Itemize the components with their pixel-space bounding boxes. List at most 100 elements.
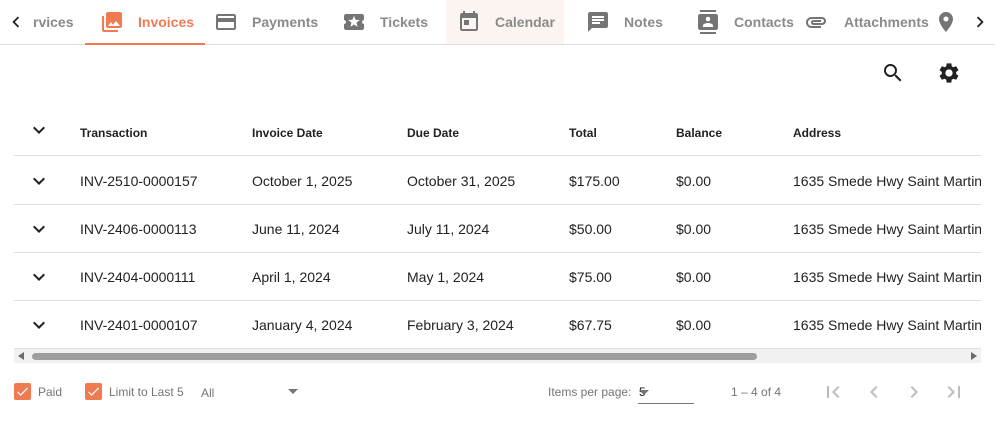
last-page-icon (947, 386, 960, 398)
cell-invoice-date: June 11, 2024 (252, 220, 340, 237)
row-expand-button[interactable] (26, 168, 52, 194)
cell-due-date: July 11, 2024 (407, 220, 490, 237)
cell-due-date: May 1, 2024 (407, 268, 485, 285)
cell-transaction[interactable]: INV-2404-0000111 (80, 269, 195, 285)
cell-invoice-date: January 4, 2024 (252, 316, 353, 333)
tab-payments-label: Payments (252, 14, 319, 30)
search-button[interactable] (875, 55, 911, 91)
cell-balance: $0.00 (676, 172, 712, 189)
tab-calendar-label: Calendar (495, 14, 555, 30)
checkmark-icon (88, 387, 100, 396)
filter-select-value: All (201, 386, 215, 400)
row-expand-button[interactable] (26, 264, 52, 290)
tab-scroll-right-button[interactable] (966, 0, 994, 44)
cell-balance: $0.00 (676, 316, 712, 333)
notes-icon (586, 10, 610, 34)
column-header-total[interactable]: Total (569, 126, 597, 140)
chevron-right-icon (976, 16, 984, 28)
tab-services[interactable]: rvices (33, 0, 73, 44)
filter-select[interactable]: All (201, 380, 298, 404)
tab-contacts[interactable]: Contacts (696, 0, 794, 44)
row-expand-button[interactable] (26, 312, 52, 338)
table-header-row: Transaction Invoice Date Due Date Total … (14, 104, 981, 156)
calendar-icon (457, 10, 481, 34)
table-row[interactable]: INV-2510-0000157 October 1, 2025 October… (14, 157, 981, 205)
tab-notes-label: Notes (624, 14, 663, 30)
invoices-screen: rvices Invoices Payments Tickets Calenda (0, 0, 995, 431)
table-row[interactable]: INV-2406-0000113 June 11, 2024 July 11, … (14, 205, 981, 253)
tab-scroll-left-button[interactable] (2, 0, 30, 44)
column-header-address[interactable]: Address (793, 126, 841, 140)
column-header-transaction[interactable]: Transaction (80, 126, 147, 140)
settings-button[interactable] (931, 55, 967, 91)
table-row[interactable]: INV-2401-0000107 January 4, 2024 Februar… (14, 301, 981, 349)
tab-tickets[interactable]: Tickets (342, 0, 428, 44)
credit-card-icon (214, 10, 238, 34)
cell-total: $75.00 (569, 268, 612, 285)
expand-all-button[interactable] (26, 117, 52, 143)
chevron-down-icon (33, 225, 45, 233)
cell-total: $50.00 (569, 220, 612, 237)
tab-bar: rvices Invoices Payments Tickets Calenda (0, 0, 995, 45)
cell-due-date: October 31, 2025 (407, 172, 516, 189)
cell-transaction[interactable]: INV-2406-0000113 (80, 221, 197, 237)
tab-attachments[interactable]: Attachments (804, 0, 929, 44)
ticket-icon (342, 10, 366, 34)
tab-notes[interactable]: Notes (586, 0, 663, 44)
cell-invoice-date: April 1, 2024 (252, 268, 331, 285)
chevron-left-icon (12, 16, 20, 28)
table-row[interactable]: INV-2404-0000111 April 1, 2024 May 1, 20… (14, 253, 981, 301)
first-page-button[interactable] (817, 376, 849, 408)
tab-location[interactable] (934, 0, 958, 44)
cell-transaction[interactable]: INV-2401-0000107 (80, 317, 198, 333)
paid-label: Paid (38, 385, 63, 399)
tab-invoices[interactable]: Invoices (85, 0, 205, 45)
chevron-down-icon (33, 177, 45, 185)
dropdown-arrow-icon (288, 389, 298, 394)
chevron-right-icon (910, 386, 918, 398)
chevron-down-icon (33, 126, 45, 134)
previous-page-button[interactable] (858, 376, 890, 408)
tab-payments[interactable]: Payments (214, 0, 318, 44)
cell-address: 1635 Smede Hwy Saint Martinville (793, 268, 981, 285)
tab-contacts-label: Contacts (734, 14, 794, 30)
cell-balance: $0.00 (676, 220, 712, 237)
cell-invoice-date: October 1, 2025 (252, 172, 353, 189)
tab-calendar[interactable]: Calendar (446, 0, 564, 44)
tab-attachments-label: Attachments (844, 14, 929, 30)
next-page-button[interactable] (898, 376, 930, 408)
column-header-balance[interactable]: Balance (676, 126, 722, 140)
chevron-down-icon (33, 321, 45, 329)
search-icon (884, 64, 902, 82)
horizontal-scrollbar[interactable] (14, 349, 981, 363)
row-expand-button[interactable] (26, 216, 52, 242)
column-header-due-date[interactable]: Due Date (407, 126, 459, 140)
cell-total: $67.75 (569, 316, 612, 333)
attachment-icon (804, 10, 828, 34)
cell-address: 1635 Smede Hwy Saint Martinville (793, 220, 981, 237)
limit-last-5-label: Limit to Last 5 (109, 385, 184, 399)
cell-balance: $0.00 (676, 268, 712, 285)
scrollbar-thumb[interactable] (32, 353, 757, 360)
cell-address: 1635 Smede Hwy Saint Martinville (793, 172, 981, 189)
cell-transaction[interactable]: INV-2510-0000157 (80, 173, 198, 189)
column-header-invoice-date[interactable]: Invoice Date (252, 126, 323, 140)
cell-total: $175.00 (569, 172, 620, 189)
cell-address: 1635 Smede Hwy Saint Martinville (793, 316, 981, 333)
chevron-down-icon (33, 273, 45, 281)
scroll-right-arrow[interactable] (971, 352, 977, 360)
limit-last-5-checkbox[interactable] (85, 383, 102, 400)
tab-tickets-label: Tickets (380, 14, 428, 30)
photo-library-icon (100, 10, 124, 34)
pagination-range: 1 – 4 of 4 (731, 385, 782, 399)
checkmark-icon (17, 387, 29, 396)
location-pin-icon (934, 10, 958, 34)
items-per-page-select[interactable]: 5 (638, 380, 694, 404)
contacts-icon (696, 10, 720, 34)
scroll-left-arrow[interactable] (18, 352, 24, 360)
gear-icon (939, 63, 959, 83)
cell-due-date: February 3, 2024 (407, 316, 514, 333)
paid-checkbox[interactable] (14, 383, 31, 400)
last-page-button[interactable] (938, 376, 970, 408)
tab-invoices-label: Invoices (138, 14, 195, 30)
